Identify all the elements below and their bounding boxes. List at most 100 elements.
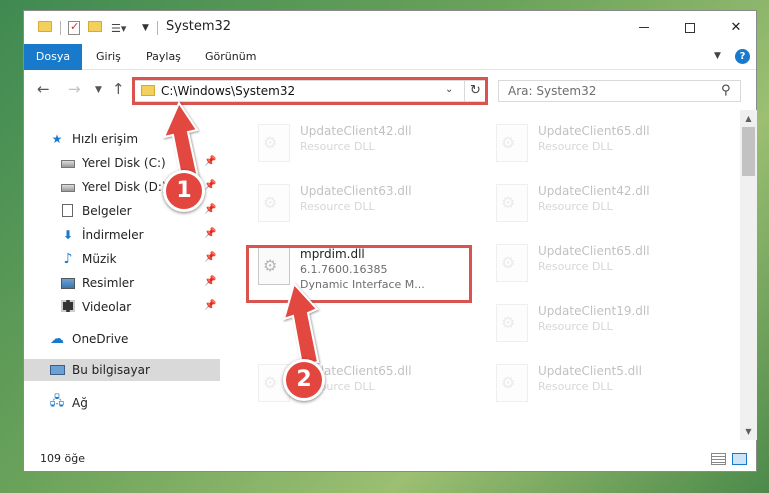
tab-share[interactable]: Paylaş (136, 44, 191, 70)
view-icon[interactable]: ☰▾ (111, 21, 126, 35)
pin-icon[interactable]: 📌 (204, 300, 216, 311)
dll-file-icon (496, 124, 528, 162)
address-row: ← → ▼ ↑ C:\Windows\System32 ⌄ ↻ ⚲ (24, 70, 756, 110)
new-folder-icon[interactable] (88, 21, 102, 32)
file-item[interactable]: UpdateClient5.dll Resource DLL (488, 358, 718, 408)
navigation-pane: ★ Hızlı erişim Yerel Disk (C:) 📌 Yerel D… (24, 110, 220, 440)
search-input[interactable] (499, 81, 714, 101)
ribbon: Dosya Giriş Paylaş Görünüm ▼ ? (24, 44, 756, 70)
quick-access-separator (60, 21, 61, 35)
file-description: Resource DLL (538, 260, 613, 273)
sidebar-item-onedrive[interactable]: ☁ OneDrive (24, 328, 220, 350)
file-item[interactable]: UpdateClient42.dll Resource DLL (488, 178, 718, 228)
dll-file-icon (496, 364, 528, 402)
file-item[interactable]: UpdateClient63.dll Resource DLL (250, 178, 480, 228)
status-bar: 109 öğe (24, 447, 756, 471)
expand-ribbon-chevron-icon[interactable]: ▼ (714, 51, 721, 61)
scroll-up-arrow-icon[interactable]: ▲ (740, 110, 757, 127)
scroll-down-arrow-icon[interactable]: ▼ (740, 423, 757, 440)
pin-icon[interactable]: 📌 (204, 276, 216, 287)
drive-icon (61, 160, 75, 168)
recent-locations-chevron-icon[interactable]: ▼ (95, 85, 102, 95)
folder-icon (38, 21, 52, 32)
file-name: UpdateClient63.dll (300, 184, 412, 198)
computer-icon (50, 365, 65, 375)
pin-icon[interactable]: 📌 (204, 228, 216, 239)
sidebar-item-music[interactable]: ♪ Müzik 📌 (24, 248, 220, 270)
forward-arrow-icon[interactable]: → (68, 80, 81, 98)
sidebar-item-label: İndirmeler (82, 228, 144, 242)
up-arrow-icon[interactable]: ↑ (112, 80, 125, 98)
file-item[interactable]: UpdateClient65.dll Resource DLL (488, 238, 718, 288)
tab-file[interactable]: Dosya (24, 44, 82, 70)
network-icon: 🖧 (49, 393, 65, 409)
sidebar-item-label: Bu bilgisayar (72, 363, 150, 377)
file-highlight (246, 245, 472, 303)
sidebar-item-label: Müzik (82, 252, 117, 266)
maximize-icon (685, 22, 695, 33)
tiles-view-icon[interactable] (732, 453, 747, 465)
file-description: Resource DLL (538, 200, 613, 213)
vertical-scrollbar[interactable]: ▲ ▼ (740, 110, 757, 440)
file-description: Resource DLL (538, 320, 613, 333)
file-description: Resource DLL (300, 200, 375, 213)
file-item[interactable]: UpdateClient19.dll Resource DLL (488, 298, 718, 348)
item-count: 109 öğe (40, 452, 85, 465)
tab-home[interactable]: Giriş (86, 44, 131, 70)
help-icon[interactable]: ? (735, 49, 750, 64)
window-title: System32 (166, 19, 232, 34)
sidebar-item-this-pc[interactable]: Bu bilgisayar (24, 359, 220, 381)
back-arrow-icon[interactable]: ← (37, 80, 50, 98)
file-name: UpdateClient5.dll (538, 364, 642, 378)
pin-icon[interactable]: 📌 (204, 180, 216, 191)
dll-file-icon (258, 184, 290, 222)
sidebar-item-quick-access[interactable]: ★ Hızlı erişim (24, 128, 220, 150)
music-icon: ♪ (63, 250, 73, 267)
step-2-badge: 2 (283, 359, 325, 401)
step-1-badge: 1 (163, 170, 205, 212)
title-bar: ☰▾ ▼ System32 ✕ (24, 11, 756, 44)
properties-icon[interactable] (68, 20, 80, 35)
customize-toolbar-icon[interactable]: ▼ (142, 21, 149, 35)
title-separator (157, 21, 158, 35)
sidebar-item-label: Videolar (82, 300, 132, 314)
pin-icon[interactable]: 📌 (204, 204, 216, 215)
sidebar-item-downloads[interactable]: ⬇ İndirmeler 📌 (24, 224, 220, 246)
tab-view[interactable]: Görünüm (195, 44, 266, 70)
dll-file-icon (258, 124, 290, 162)
search-icon[interactable]: ⚲ (721, 83, 731, 98)
search-box[interactable]: ⚲ (498, 80, 741, 102)
file-description: Resource DLL (300, 140, 375, 153)
dll-file-icon (496, 244, 528, 282)
pin-icon[interactable]: 📌 (204, 252, 216, 263)
file-item[interactable]: UpdateClient65.dll Resource DLL (488, 118, 718, 168)
cloud-icon: ☁ (50, 330, 64, 347)
video-icon (61, 300, 75, 312)
details-view-icon[interactable] (711, 453, 726, 465)
pin-icon[interactable]: 📌 (204, 156, 216, 167)
sidebar-item-label: Hızlı erişim (72, 132, 139, 146)
explorer-window: ☰▾ ▼ System32 ✕ Dosya Giriş Paylaş Görün… (23, 10, 757, 472)
close-button[interactable]: ✕ (713, 11, 759, 44)
sidebar-item-videos[interactable]: Videolar 📌 (24, 296, 220, 318)
dll-file-icon (496, 304, 528, 342)
file-name: UpdateClient42.dll (300, 124, 412, 138)
file-description: Resource DLL (538, 380, 613, 393)
sidebar-item-label: OneDrive (72, 332, 129, 346)
sidebar-item-label: Yerel Disk (C:) (82, 156, 166, 170)
file-name: UpdateClient65.dll (538, 124, 650, 138)
pictures-icon (61, 278, 75, 289)
sidebar-item-network[interactable]: 🖧 Ağ (24, 392, 220, 414)
close-icon: ✕ (730, 20, 742, 35)
file-name: UpdateClient19.dll (538, 304, 650, 318)
download-icon: ⬇ (62, 227, 74, 242)
dll-file-icon (496, 184, 528, 222)
maximize-button[interactable] (667, 11, 713, 44)
minimize-button[interactable] (621, 11, 667, 44)
file-item[interactable]: UpdateClient42.dll Resource DLL (250, 118, 480, 168)
file-name: UpdateClient42.dll (538, 184, 650, 198)
sidebar-item-label: Ağ (72, 396, 88, 410)
sidebar-item-label: Belgeler (82, 204, 132, 218)
sidebar-item-pictures[interactable]: Resimler 📌 (24, 272, 220, 294)
scrollbar-thumb[interactable] (742, 127, 755, 176)
